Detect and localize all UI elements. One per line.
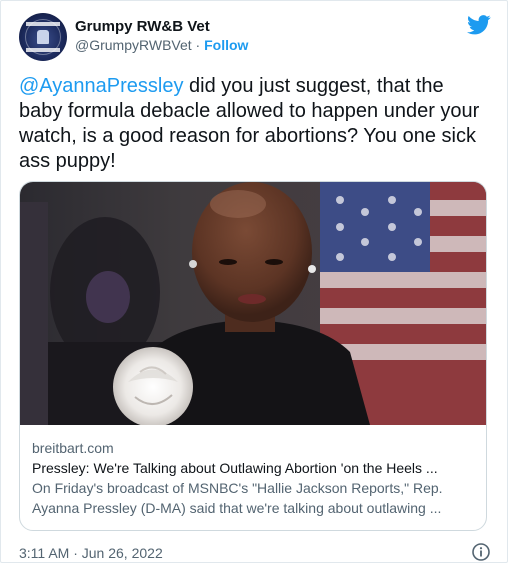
card-title[interactable]: Pressley: We're Talking about Outlawing … xyxy=(32,458,476,478)
handle-line: @GrumpyRWBVet · Follow xyxy=(75,36,248,55)
avatar[interactable] xyxy=(19,13,67,61)
link-card[interactable]: breitbart.com Pressley: We're Talking ab… xyxy=(19,181,487,531)
tweet-footer: 3:11 AM · Jun 26, 2022 xyxy=(19,542,491,562)
display-name[interactable]: Grumpy RW&B Vet xyxy=(75,17,248,36)
follow-link[interactable]: Follow xyxy=(204,37,248,53)
mention-link[interactable]: @AyannaPressley xyxy=(19,75,183,97)
card-description-line: On Friday's broadcast of MSNBC's "Hallie… xyxy=(32,480,443,496)
user-info: Grumpy RW&B Vet @GrumpyRWBVet · Follow xyxy=(75,17,248,55)
twitter-bird-icon[interactable] xyxy=(467,15,491,35)
card-info: breitbart.com Pressley: We're Talking ab… xyxy=(32,438,476,518)
user-handle[interactable]: @GrumpyRWBVet xyxy=(75,37,192,53)
card-description: On Friday's broadcast of MSNBC's "Hallie… xyxy=(32,478,476,518)
timestamp[interactable]: 3:11 AM · Jun 26, 2022 xyxy=(19,544,163,562)
tweet-text: @AyannaPressley did you just suggest, th… xyxy=(19,74,491,174)
card-domain: breitbart.com xyxy=(32,440,114,456)
card-description-line: Ayanna Pressley (D-MA) said that we're t… xyxy=(32,500,442,516)
tweet-header: Grumpy RW&B Vet @GrumpyRWBVet · Follow xyxy=(19,13,491,61)
separator-dot: · xyxy=(195,37,201,53)
card-image[interactable] xyxy=(20,182,487,425)
info-icon[interactable] xyxy=(471,542,491,562)
tweet-embed: Grumpy RW&B Vet @GrumpyRWBVet · Follow @… xyxy=(0,0,508,563)
